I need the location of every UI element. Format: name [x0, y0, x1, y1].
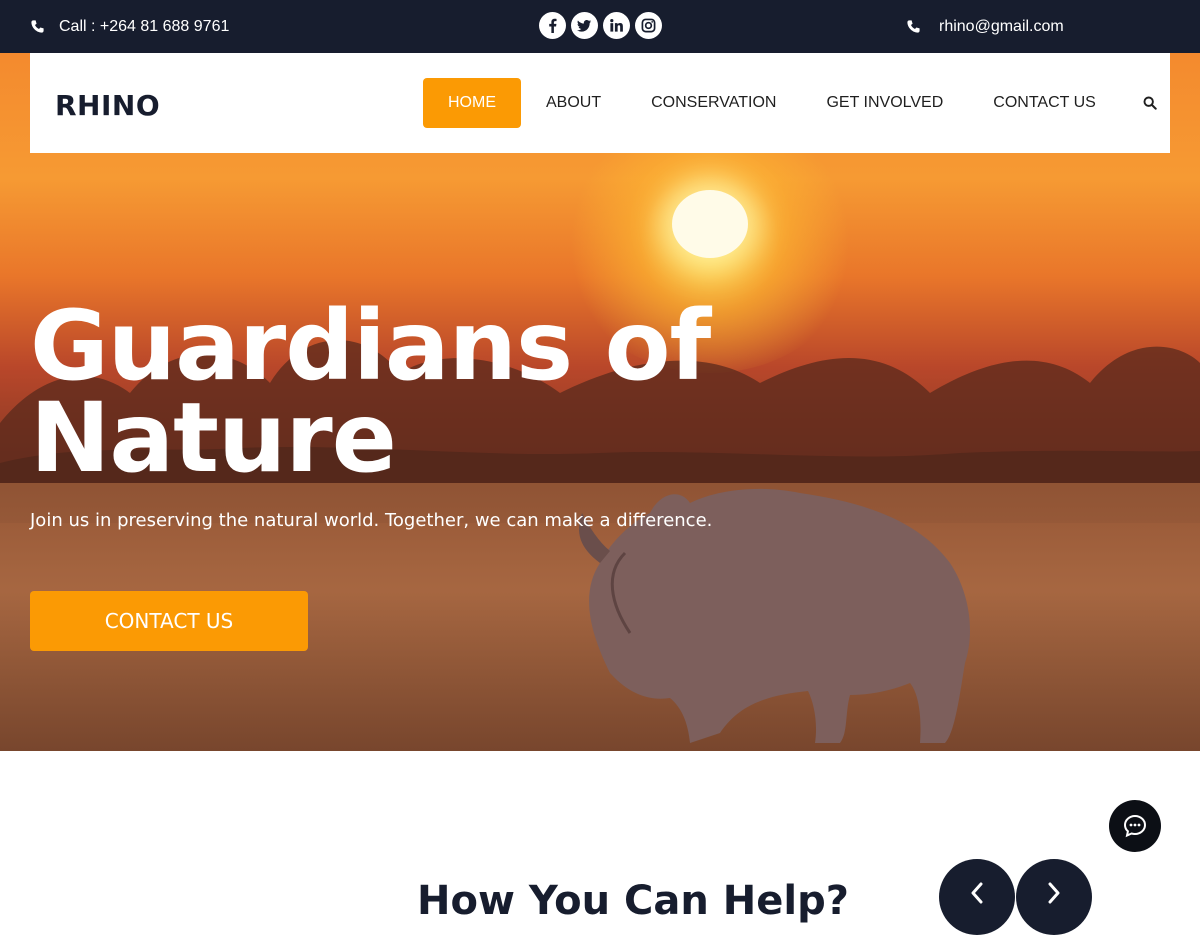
nav-contact-us[interactable]: CONTACT US: [993, 78, 1096, 128]
instagram-icon[interactable]: [635, 12, 662, 39]
hero-title-line-1: Guardians of: [30, 290, 711, 402]
email-text: rhino@gmail.com: [939, 17, 1064, 35]
nav-get-involved[interactable]: GET INVOLVED: [826, 78, 943, 128]
phone-contact[interactable]: Call : +264 81 688 9761: [30, 0, 229, 53]
search-icon[interactable]: [1140, 93, 1160, 113]
hero-contact-button[interactable]: CONTACT US: [30, 591, 308, 651]
facebook-icon[interactable]: [539, 12, 566, 39]
nav-about[interactable]: ABOUT: [546, 78, 601, 128]
site-logo[interactable]: RHINO: [55, 89, 160, 122]
linkedin-icon[interactable]: [603, 12, 630, 39]
section-title: How You Can Help?: [417, 878, 849, 924]
social-links: [539, 12, 662, 39]
phone-icon: [30, 19, 45, 34]
email-contact[interactable]: rhino@gmail.com: [906, 0, 1064, 53]
nav-home[interactable]: HOME: [423, 78, 521, 128]
top-bar: Call : +264 81 688 9761 rhino@gmail.com: [0, 0, 1200, 53]
hero-title-line-2: Nature: [30, 382, 397, 494]
chat-icon: [1123, 814, 1147, 838]
chat-button[interactable]: [1109, 800, 1161, 852]
site-header: RHINO HOME ABOUT CONSERVATION GET INVOLV…: [30, 53, 1170, 153]
chevron-right-icon: [1048, 882, 1060, 904]
twitter-icon[interactable]: [571, 12, 598, 39]
phone-text: Call : +264 81 688 9761: [59, 17, 230, 35]
phone-icon: [906, 19, 921, 34]
nav-conservation[interactable]: CONSERVATION: [651, 78, 776, 128]
carousel-prev-button[interactable]: [939, 859, 1015, 935]
hero-title: Guardians of Nature: [30, 290, 711, 494]
chevron-left-icon: [971, 882, 983, 904]
sun: [672, 190, 748, 258]
main-nav: HOME ABOUT CONSERVATION GET INVOLVED CON…: [423, 78, 1160, 128]
carousel-next-button[interactable]: [1016, 859, 1092, 935]
hero-subtitle: Join us in preserving the natural world.…: [30, 510, 713, 531]
